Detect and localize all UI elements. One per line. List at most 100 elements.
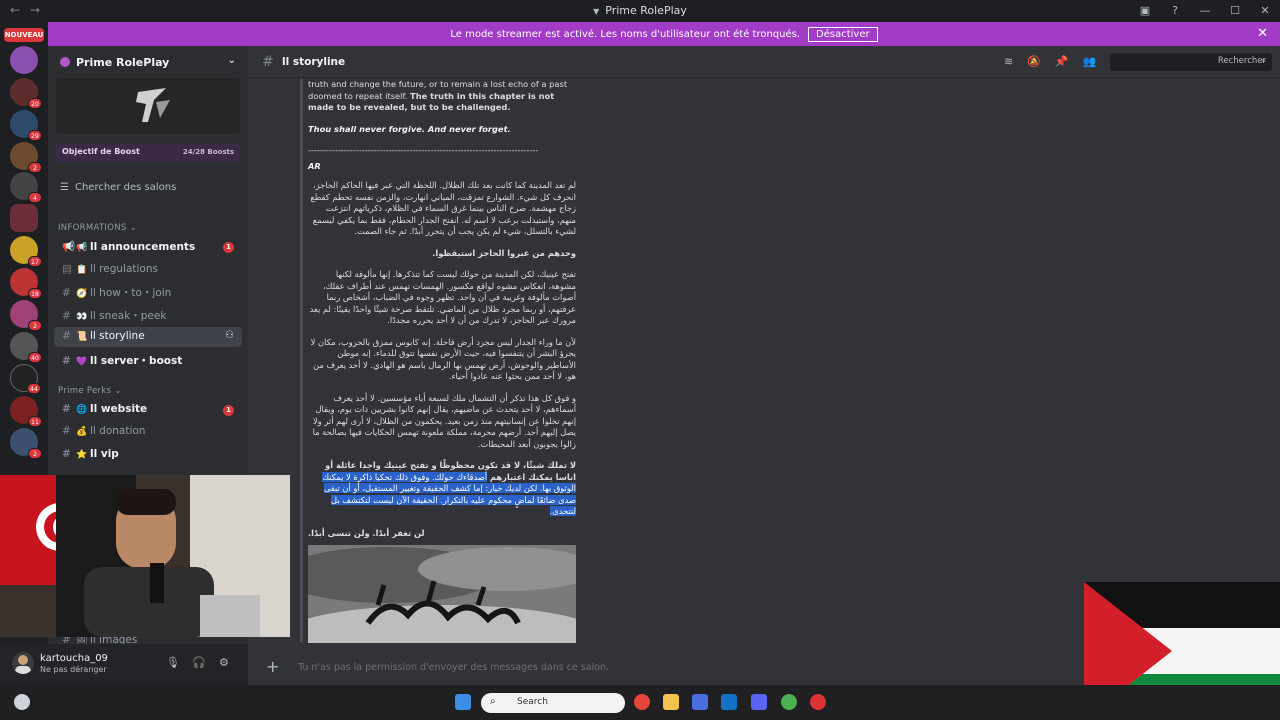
hash-icon: # [62,330,71,342]
widgets-icon[interactable] [14,694,30,710]
channel-emoji: 🌐 [76,405,88,415]
members-icon[interactable]: 👥 [1083,55,1111,68]
search-icon: ⌕ [1261,56,1266,66]
channel-announcements[interactable]: 📢📢 ll announcements 1 [54,237,242,257]
hash-icon: # [62,403,71,415]
server-badge-icon [60,57,70,67]
channel-emoji: 📋 [76,265,88,275]
arabic-paragraph: لأن ما وراء الجدار ليس مجرد أرض قاحلة. إ… [310,336,576,382]
pin-icon[interactable]: 📌 [1055,55,1083,68]
arabic-paragraph: لا تملك شيئًا، لا قد تكون محظوظًا و تفتح… [322,460,576,516]
server-icon[interactable] [10,46,38,74]
language-label: AR [308,160,321,171]
server-icon[interactable]: 11 [10,396,42,427]
disable-streamer-button[interactable]: Désactiver [808,26,878,42]
search-input[interactable]: Rechercher ⌕ [1110,53,1272,71]
channel-emoji: 🖼 [76,636,88,644]
server-icon[interactable]: 44 [10,364,41,394]
search-channels[interactable]: ☰ Chercher des salons [60,182,176,193]
channel-server-boost[interactable]: # 💜 ll server・boost [54,350,242,370]
boost-count: 24/28 Boosts [182,148,234,156]
taskbar: ⌕ Search [0,685,1280,720]
server-header[interactable]: Prime RolePlay ⌄ [48,46,248,78]
server-banner [56,78,240,134]
webcam-video [0,475,290,637]
username: kartoucha_09 [40,653,108,664]
server-icon[interactable]: 2 [10,142,42,173]
channel-title: ll storyline [282,56,346,68]
server-icon[interactable]: 20 [10,78,42,109]
server-icon[interactable]: 2 [10,428,42,459]
threads-icon[interactable]: ≋ [1004,55,1027,68]
server-icon[interactable]: 17 [10,236,42,267]
help-icon[interactable]: ? [1160,0,1190,22]
channel-sneak-peek[interactable]: # 👀 ll sneak・peek [54,305,242,325]
channel-vip[interactable]: # ⭐ ll vip [54,445,242,465]
file-explorer-icon[interactable] [663,694,679,710]
channel-regulations[interactable]: ▤ 📋 ll regulations [54,260,242,280]
channel-emoji: 👀 [76,312,88,322]
header-tools: ≋🔕📌👥 [1004,55,1110,68]
add-member-icon[interactable]: ⚇ [225,330,234,341]
windows-start-icon[interactable] [455,694,471,710]
hash-icon: # [262,54,274,70]
embed-accent-bar [300,79,303,642]
window-title: ▼ Prime RolePlay [593,4,687,17]
banner-message: Le mode streamer est activé. Les noms d'… [450,28,801,40]
channel-emoji: 💰 [76,427,88,437]
arabic-paragraph: و فوق كل هذا تذكر أن التشمال ملك لسبعة أ… [312,392,576,449]
server-icon[interactable]: 4 [10,172,42,203]
discord-icon[interactable] [751,694,767,710]
chrome-icon[interactable] [634,694,650,710]
taskbar-search[interactable]: ⌕ Search [481,693,625,713]
hash-icon: # [62,287,71,299]
category-prime-perks[interactable]: Prime Perks ⌄ [58,386,122,396]
gear-icon[interactable]: ⚙ [219,656,229,669]
embed-image[interactable] [308,545,576,643]
close-icon[interactable]: ✕ [1257,26,1268,41]
caret-down-icon: ▼ [593,7,600,16]
mute-icon[interactable]: 🔕 [1027,55,1055,68]
store-icon[interactable] [692,694,708,710]
server-icon[interactable]: 2 [10,300,42,331]
new-badge: NOUVEAU [4,28,44,42]
list-icon: ☰ [60,182,69,193]
channel-how-to-join[interactable]: # 🧭 ll how・to・join [54,282,242,302]
avatar[interactable] [12,652,34,674]
plus-icon[interactable]: + [266,657,279,676]
megaphone-icon: 📢 [62,241,76,253]
microphone-icon[interactable]: 🎙 [166,656,180,669]
channel-website[interactable]: # 🌐 ll website 1 [54,400,242,420]
app-icon[interactable] [810,694,826,710]
maximize-button[interactable]: ☐ [1220,0,1250,22]
channel-storyline[interactable]: # 📜 ll storyline ⚇ [54,327,242,347]
user-status: Ne pas déranger [40,665,107,674]
composer-placeholder: Tu n'as pas la permission d'envoyer des … [298,662,610,673]
category-informations[interactable]: INFORMATIONS ⌄ [58,223,137,233]
headphones-icon[interactable]: 🎧 [192,656,206,669]
channel-donation[interactable]: # 💰 ll donation [54,422,242,442]
hash-icon: # [62,355,71,367]
streamer-mode-banner: Le mode streamer est activé. Les noms d'… [48,22,1280,46]
inbox-icon[interactable]: ▣ [1130,0,1160,22]
minimize-button[interactable]: — [1190,0,1220,22]
channel-emoji: 📢 [76,243,88,253]
boost-goal[interactable]: Objectif de Boost 24/28 Boosts [56,144,240,162]
server-icon[interactable]: 29 [10,110,42,141]
rules-icon: ▤ [62,263,72,275]
channel-emoji: 🧭 [76,289,88,299]
channel-emoji: ⭐ [76,450,88,460]
outlook-icon[interactable] [721,694,737,710]
close-window-button[interactable]: ✕ [1250,0,1280,22]
server-icon[interactable]: 18 [10,268,42,299]
webcam-overlay [0,475,290,637]
server-logo [136,88,170,122]
title-bar: ←→ ▼ Prime RolePlay ▣ ? — ☐ ✕ [0,0,1280,22]
message-embed: truth and change the future, or to remai… [308,79,576,549]
chrome-alt-icon[interactable] [781,694,797,710]
arabic-paragraph: تفتح عينيك، لكن المدينة من حولك ليست كما… [309,269,576,325]
mention-badge: 1 [223,242,234,253]
server-icon[interactable]: 40 [10,332,42,363]
server-icon[interactable] [10,204,38,232]
search-icon: ⌕ [490,696,496,707]
